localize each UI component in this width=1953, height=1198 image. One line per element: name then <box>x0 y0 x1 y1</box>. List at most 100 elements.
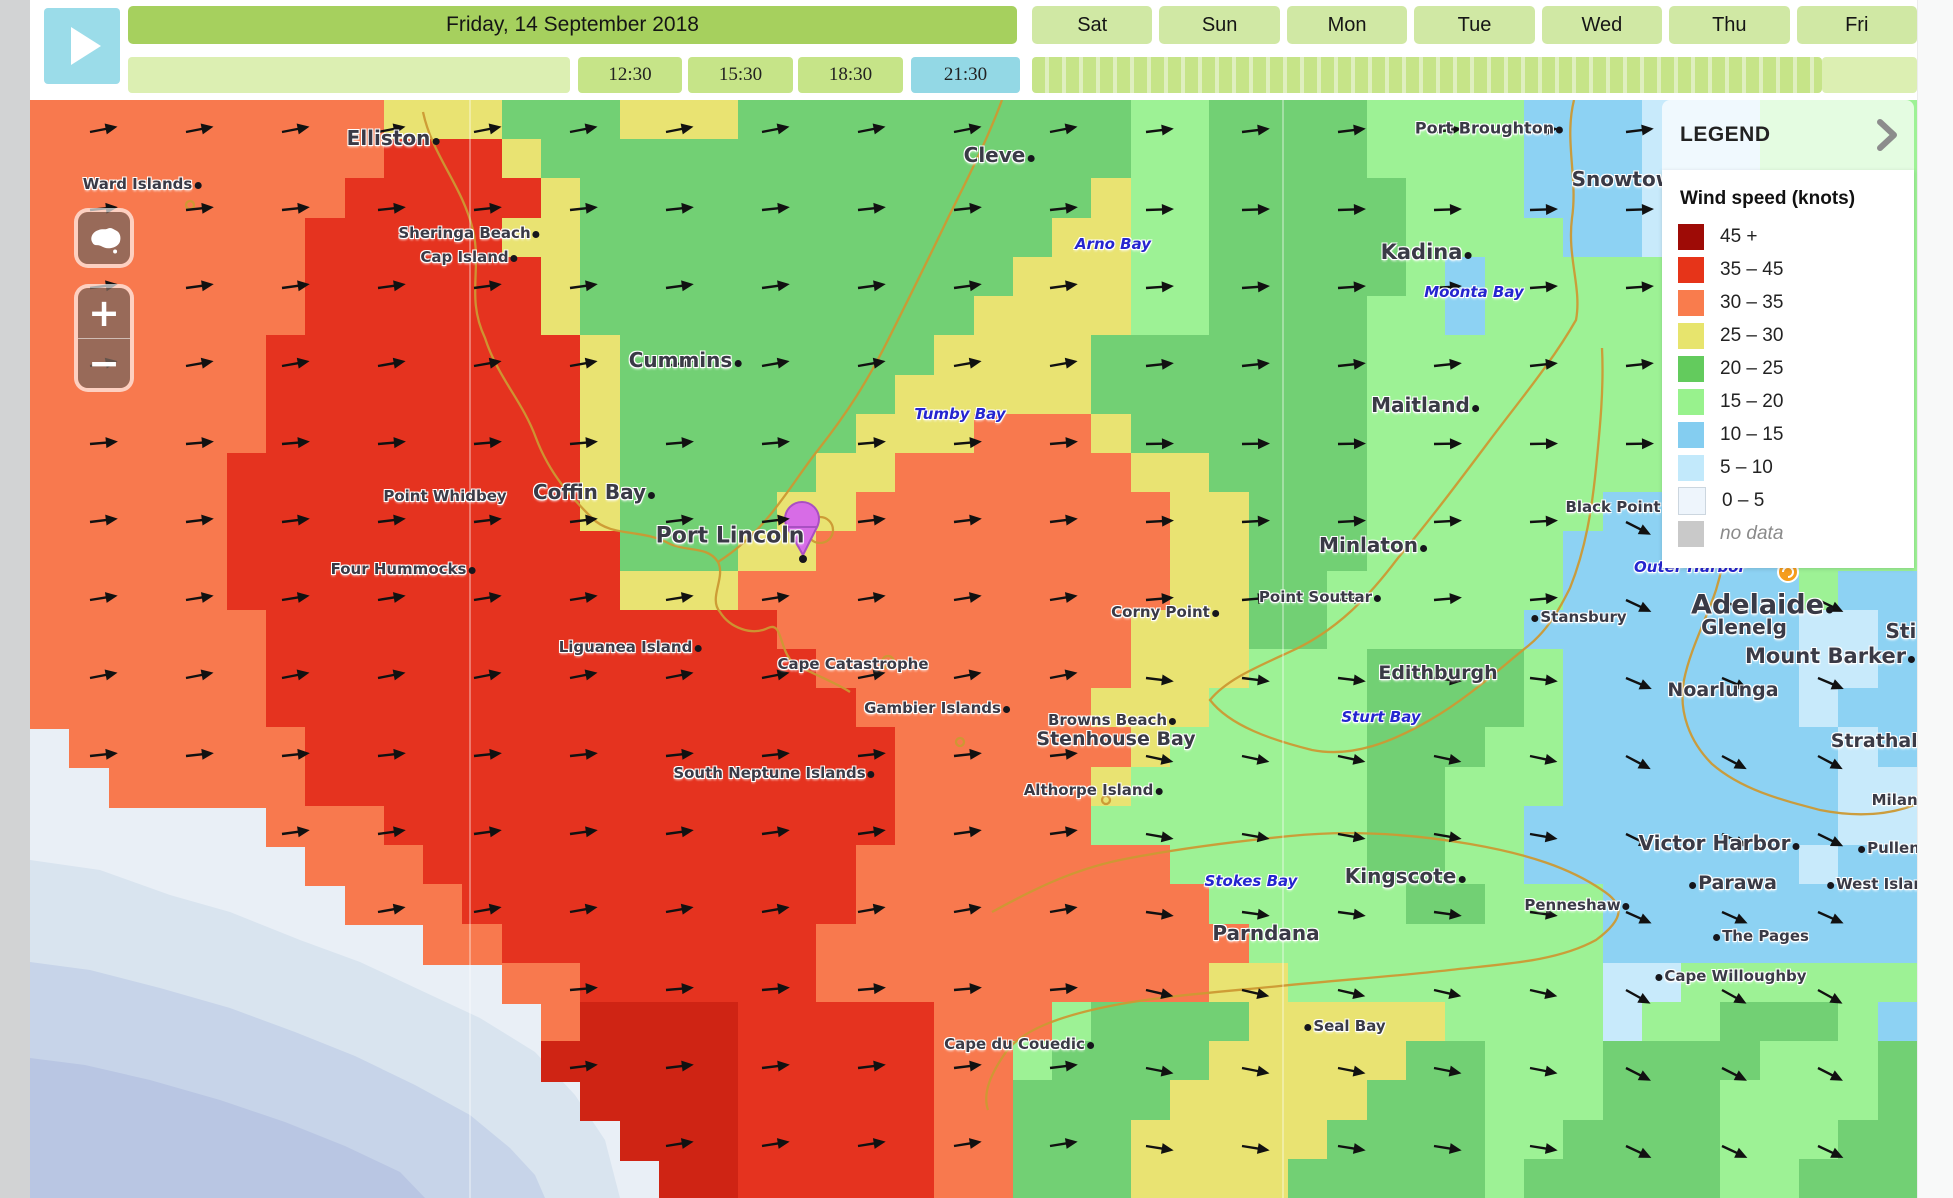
town-label-victor-harbor: Victor Harbor <box>1639 831 1802 855</box>
legend-label: 45 + <box>1720 226 1758 248</box>
town-label-cape-willoughby: Cape Willoughby <box>1653 967 1806 985</box>
bay-label-sturt-bay: Sturt Bay <box>1341 708 1420 726</box>
legend-swatch <box>1678 323 1704 349</box>
legend-item: 30 – 35 <box>1678 288 1898 318</box>
legend-label: 35 – 45 <box>1720 259 1783 281</box>
town-marker-dot <box>533 231 540 238</box>
town-label-milang: Milang <box>1872 791 1917 809</box>
town-label-liguanea-island: Liguanea Island <box>559 638 704 656</box>
town-marker-dot <box>194 182 201 189</box>
town-marker-dot <box>868 771 875 778</box>
town-label-parndana: Parndana <box>1212 921 1319 945</box>
legend-label: 0 – 5 <box>1722 490 1764 512</box>
app-window: Elliston Ward Islands Sheringa Beach Cap Is… <box>0 0 1953 1198</box>
town-label-glenelg: Glenelg <box>1701 615 1787 639</box>
legend-item: 20 – 25 <box>1678 354 1898 384</box>
legend-swatch <box>1678 521 1704 547</box>
town-marker-dot <box>1420 545 1427 552</box>
town-label-cap-island: Cap Island <box>420 248 519 266</box>
town-label-kingscote: Kingscote <box>1345 864 1468 888</box>
time-cell-1530[interactable]: 15:30 <box>688 57 793 93</box>
zoom-control: + − <box>78 288 130 388</box>
timeline-track-left[interactable] <box>128 57 570 93</box>
time-cell-1830[interactable]: 18:30 <box>798 57 903 93</box>
day-tab-strip: SatSunMonTueWedThuFri <box>1032 6 1917 44</box>
legend-label: 5 – 10 <box>1720 457 1773 479</box>
town-label-penneshaw: Penneshaw <box>1524 896 1631 914</box>
bay-label-tumby-bay: Tumby Bay <box>914 405 1005 423</box>
legend-swatch <box>1678 487 1706 515</box>
time-cell-2130[interactable]: 21:30 <box>911 57 1020 93</box>
legend-collapse-icon[interactable] <box>1874 118 1900 152</box>
legend-label: 10 – 15 <box>1720 424 1783 446</box>
day-tab-mon[interactable]: Mon <box>1287 6 1407 44</box>
town-label-west-island: West Island <box>1825 875 1917 893</box>
town-marker-dot <box>1655 974 1662 981</box>
town-marker-dot <box>511 255 518 262</box>
legend-label: 15 – 20 <box>1720 391 1783 413</box>
legend-swatch <box>1678 257 1704 283</box>
legend-swatch <box>1678 455 1704 481</box>
legend-item: 45 + <box>1678 222 1898 252</box>
town-marker-dot <box>1087 1042 1094 1049</box>
town-label-pullen: Pullen <box>1856 839 1917 857</box>
day-tab-sat[interactable]: Sat <box>1032 6 1152 44</box>
day-tab-sun[interactable]: Sun <box>1159 6 1279 44</box>
bay-label-moonta-bay: Moonta Bay <box>1424 283 1524 301</box>
day-tab-tue[interactable]: Tue <box>1414 6 1534 44</box>
timeline-track-right[interactable] <box>1822 57 1917 93</box>
legend-label: 25 – 30 <box>1720 325 1783 347</box>
zoom-in-button[interactable]: + <box>78 288 130 339</box>
town-label-cleve: Cleve <box>964 143 1037 167</box>
time-cell-1230[interactable]: 12:30 <box>578 57 682 93</box>
town-label-corny-point: Corny Point <box>1111 603 1221 621</box>
town-marker-dot <box>1827 882 1834 889</box>
town-label-point-souttar: Point Souttar <box>1259 588 1383 606</box>
day-tab-thu[interactable]: Thu <box>1669 6 1789 44</box>
town-label-sheringa-beach: Sheringa Beach <box>398 224 541 242</box>
town-label-althorpe-island: Althorpe Island <box>1024 781 1165 799</box>
legend-label: 30 – 35 <box>1720 292 1783 314</box>
legend-title: LEGEND <box>1680 123 1771 147</box>
legend-swatch <box>1678 356 1704 382</box>
town-label-noarlunga: Noarlunga <box>1667 679 1778 701</box>
town-marker-dot <box>1792 843 1799 850</box>
town-label-maitland: Maitland <box>1371 393 1481 417</box>
legend-panel: LEGEND Wind speed (knots) 45 + 35 – 45 30 … <box>1662 100 1914 568</box>
town-label-strathalbyn: Strathalbyn <box>1831 730 1917 752</box>
town-marker-dot <box>1374 595 1381 602</box>
town-marker-dot <box>1908 656 1915 663</box>
town-marker-dot <box>1169 718 1176 725</box>
town-label-stansbury: Stansbury <box>1529 608 1626 626</box>
town-marker-dot <box>1304 1024 1311 1031</box>
town-label-point-whidbey: Point Whidbey <box>383 487 506 505</box>
town-marker-dot <box>1623 903 1630 910</box>
town-label-cummins: Cummins <box>629 348 744 372</box>
town-marker-dot <box>1689 882 1696 889</box>
town-label-stenhouse-bay: Stenhouse Bay <box>1036 728 1195 750</box>
page-right-margin <box>1917 0 1953 1198</box>
town-label-the-pages: The Pages <box>1711 927 1809 945</box>
town-label-elliston: Elliston <box>347 126 442 150</box>
town-label-seal-bay: Seal Bay <box>1302 1017 1385 1035</box>
town-marker-dot <box>1027 155 1034 162</box>
legend-swatch <box>1678 389 1704 415</box>
legend-swatch <box>1678 290 1704 316</box>
legend-subtitle: Wind speed (knots) <box>1680 188 1898 210</box>
town-label-port-broughton: Port Broughton <box>1415 119 1565 138</box>
timeline-future-days-scrubber[interactable] <box>1032 57 1822 93</box>
legend-item: no data <box>1678 519 1898 549</box>
home-extent-button[interactable] <box>78 212 130 264</box>
bay-label-arno-bay: Arno Bay <box>1075 235 1151 253</box>
day-tab-fri[interactable]: Fri <box>1797 6 1917 44</box>
town-marker-dot <box>694 645 701 652</box>
time-row: 12:3015:3018:3021:30 <box>0 57 1953 93</box>
zoom-out-button[interactable]: − <box>78 338 130 388</box>
legend-item: 0 – 5 <box>1678 486 1898 516</box>
day-tab-wed[interactable]: Wed <box>1542 6 1662 44</box>
legend-item: 5 – 10 <box>1678 453 1898 483</box>
town-label-ward-islands: Ward Islands <box>83 175 204 193</box>
date-header: Friday, 14 September 2018 <box>128 6 1017 44</box>
map-labels: Elliston Ward Islands Sheringa Beach Cap Is… <box>30 100 1917 1198</box>
wind-map[interactable]: Elliston Ward Islands Sheringa Beach Cap Is… <box>30 100 1917 1198</box>
